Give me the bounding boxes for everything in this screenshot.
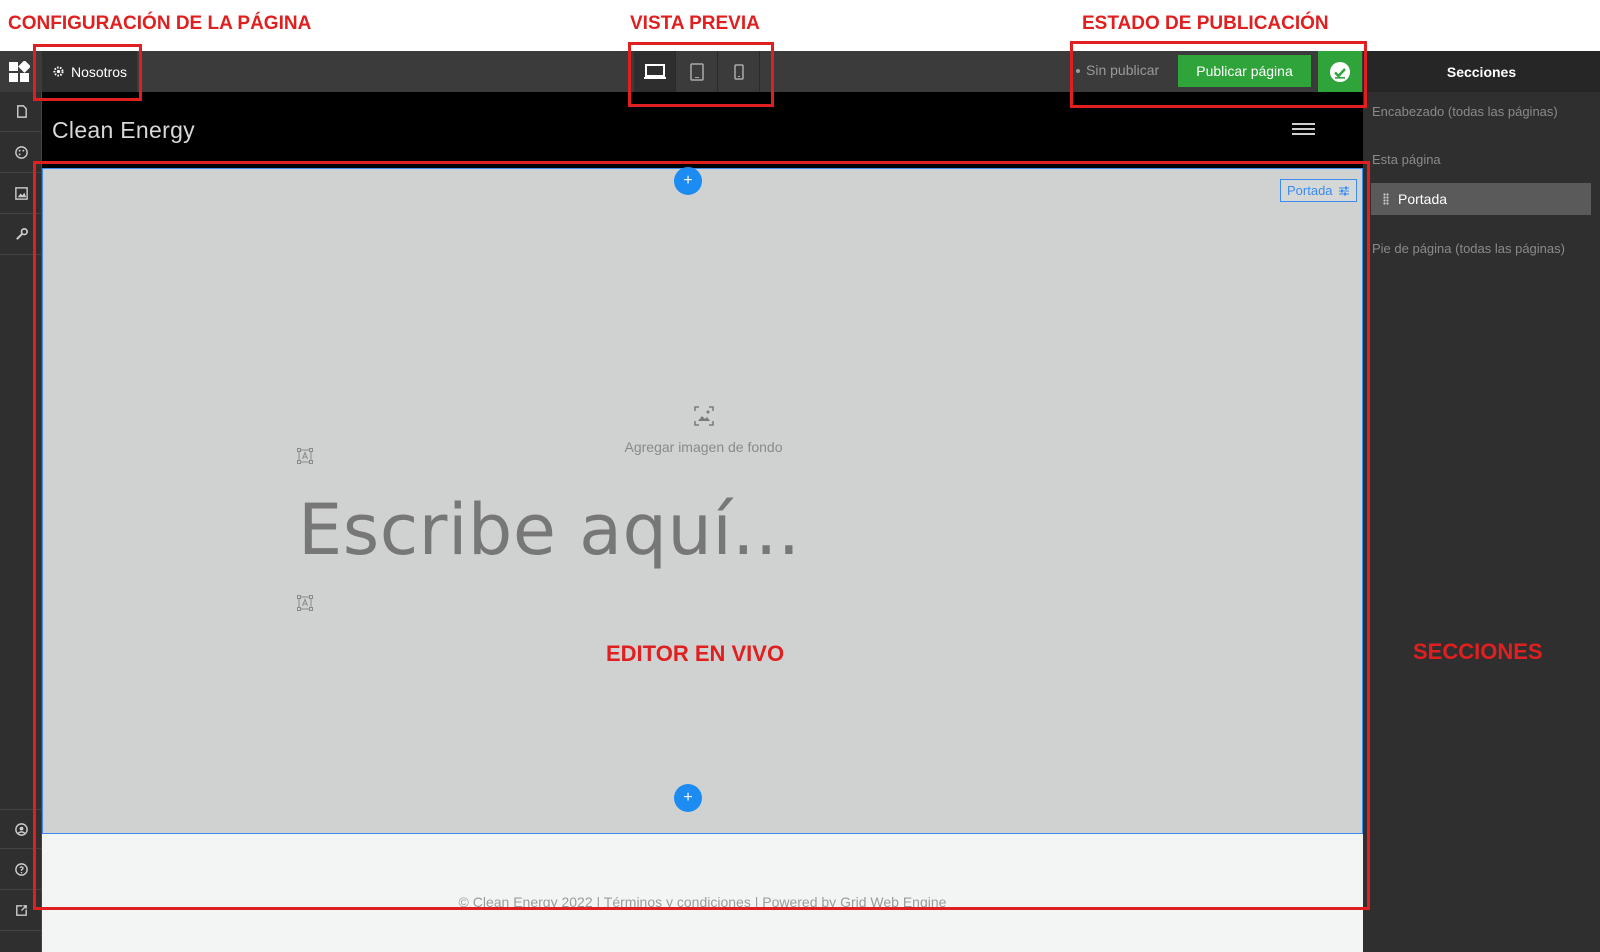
- palette-icon: [14, 146, 28, 159]
- footer-sections-label[interactable]: Pie de página (todas las páginas): [1372, 241, 1565, 256]
- app-logo-icon[interactable]: [8, 61, 30, 83]
- section-list-item[interactable]: Portada: [1371, 183, 1591, 215]
- account-icon: [14, 822, 28, 836]
- site-logo[interactable]: Clean Energy: [52, 117, 195, 144]
- rail-help-button[interactable]: [0, 850, 42, 890]
- gear-icon: [53, 66, 64, 77]
- wrench-icon: [15, 228, 28, 240]
- page-settings-button[interactable]: Nosotros: [42, 51, 138, 92]
- help-icon: [14, 863, 28, 876]
- annotation-preview: VISTA PREVIA: [630, 13, 760, 34]
- publish-check-button[interactable]: [1318, 51, 1362, 92]
- site-footer-text[interactable]: © Clean Energy 2022 | Términos y condici…: [42, 894, 1363, 910]
- annotation-live-editor: EDITOR EN VIVO: [606, 641, 785, 666]
- external-link-icon: [15, 905, 27, 916]
- add-section-above-button[interactable]: +: [674, 167, 702, 195]
- status-dot-icon: [1076, 69, 1080, 74]
- desktop-icon: [643, 63, 666, 79]
- preview-mobile-button[interactable]: [718, 51, 760, 92]
- image-icon: [14, 187, 28, 200]
- rail-pages-button[interactable]: [0, 92, 42, 132]
- rail-tools-button[interactable]: [0, 215, 42, 255]
- this-page-label: Esta página: [1372, 152, 1441, 167]
- check-circle-icon: [1330, 61, 1350, 82]
- editor-screenshot: Nosotros Sin publicar Publicar página Cl…: [0, 0, 1600, 952]
- image-placeholder-icon: [693, 406, 714, 426]
- annotation-page-config: CONFIGURACIÓN DE LA PÁGINA: [8, 13, 312, 34]
- annotation-sections: SECCIONES: [1413, 639, 1543, 664]
- text-block-icon[interactable]: [297, 448, 313, 464]
- panel-title: Secciones: [1363, 51, 1600, 92]
- add-section-below-button[interactable]: +: [674, 784, 702, 812]
- rail-design-button[interactable]: [0, 133, 42, 173]
- publish-status: Sin publicar: [1076, 62, 1159, 78]
- live-editor-canvas: Clean Energy + Portada Agregar imagen de…: [42, 92, 1363, 952]
- sections-panel: Secciones Encabezado (todas las páginas)…: [1363, 51, 1600, 952]
- site-header[interactable]: Clean Energy: [42, 92, 1363, 168]
- hero-section[interactable]: + Portada Agregar imagen de fondo Escrib…: [42, 167, 1363, 834]
- mobile-icon: [733, 63, 744, 80]
- hamburger-menu-icon[interactable]: [1292, 123, 1315, 135]
- annotation-publish-state: ESTADO DE PUBLICACIÓN: [1082, 13, 1329, 34]
- sliders-icon: [1338, 186, 1349, 195]
- text-block-icon[interactable]: [297, 595, 313, 611]
- rail-view-site-button[interactable]: [0, 891, 42, 931]
- drag-handle-icon[interactable]: [1383, 193, 1389, 205]
- pages-icon: [16, 105, 27, 118]
- section-tag[interactable]: Portada: [1280, 179, 1357, 202]
- tablet-icon: [689, 62, 704, 81]
- preview-modes: [634, 51, 760, 92]
- header-sections-label[interactable]: Encabezado (todas las páginas): [1372, 104, 1558, 119]
- publish-page-button[interactable]: Publicar página: [1178, 55, 1311, 87]
- add-background-image[interactable]: Agregar imagen de fondo: [43, 405, 1363, 455]
- left-rail: [0, 92, 42, 952]
- preview-desktop-button[interactable]: [634, 51, 676, 92]
- rail-media-button[interactable]: [0, 174, 42, 214]
- hero-heading[interactable]: Escribe aquí...: [298, 489, 801, 571]
- rail-account-button[interactable]: [0, 809, 42, 849]
- page-name: Nosotros: [71, 63, 128, 80]
- preview-tablet-button[interactable]: [676, 51, 718, 92]
